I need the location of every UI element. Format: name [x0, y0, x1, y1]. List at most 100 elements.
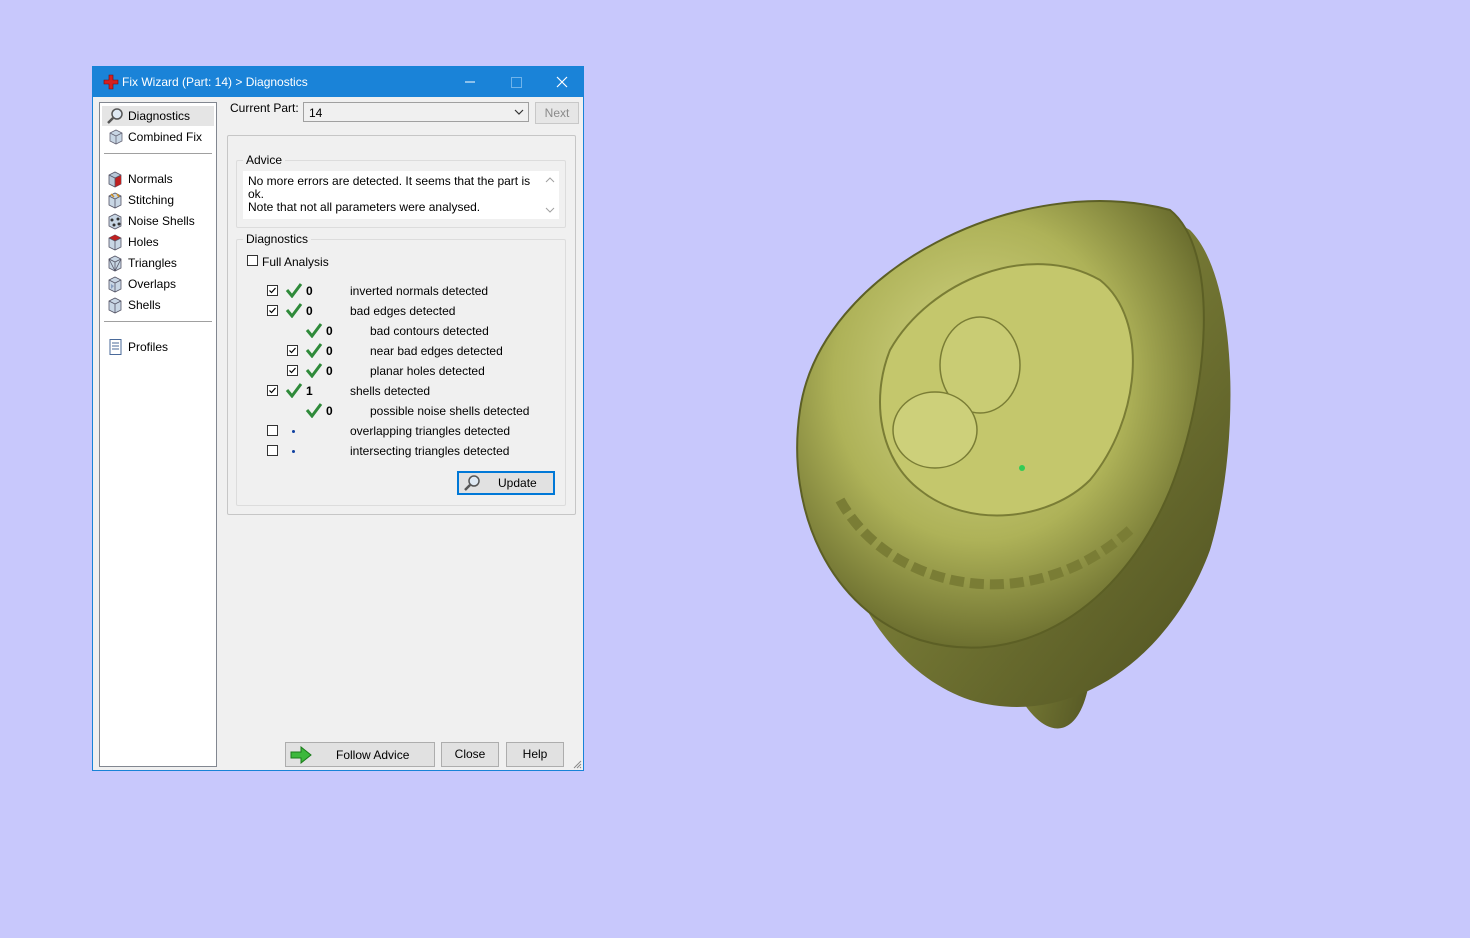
maximize-icon: [511, 77, 522, 88]
follow-advice-label: Follow Advice: [336, 748, 410, 762]
count-value: 0: [326, 404, 333, 418]
sidebar-item-label: Combined Fix: [128, 130, 203, 144]
diagnostic-label: bad contours detected: [370, 324, 489, 338]
count-value: 1: [306, 384, 313, 398]
count-value: 0: [326, 324, 333, 338]
fix-wizard-window: Fix Wizard (Part: 14) > Diagnostics Diag…: [92, 66, 584, 771]
overlapping-triangles-checkbox[interactable]: [267, 425, 278, 436]
count-value: 0: [326, 364, 333, 378]
sidebar-item-stitching[interactable]: Stitching: [102, 190, 214, 210]
green-check-icon: [285, 383, 303, 398]
follow-advice-button[interactable]: Follow Advice: [285, 742, 435, 767]
current-part-value: 14: [309, 106, 323, 120]
close-button[interactable]: Close: [441, 742, 499, 767]
app-cross-icon: [103, 74, 119, 90]
resize-grip-icon[interactable]: [572, 759, 582, 769]
inverted-normals-checkbox[interactable]: [267, 285, 278, 296]
sidebar-item-label: Triangles: [128, 256, 177, 270]
intersecting-triangles-checkbox[interactable]: [267, 445, 278, 456]
diagnostic-label: intersecting triangles detected: [350, 444, 510, 458]
sidebar-item-triangles[interactable]: Triangles: [102, 253, 214, 273]
sidebar-item-shells[interactable]: Shells: [102, 295, 214, 315]
overlaps-cube-icon: [108, 276, 122, 293]
close-window-button[interactable]: [539, 67, 585, 97]
diagnostic-label: bad edges detected: [350, 304, 456, 318]
advice-group: Advice No more errors are detected. It s…: [236, 153, 566, 228]
next-button[interactable]: Next: [535, 102, 579, 124]
3d-model-viewport[interactable]: [770, 170, 1250, 740]
document-icon: [109, 339, 122, 355]
update-label: Update: [498, 476, 537, 490]
advice-line: Note that not all parameters were analys…: [248, 200, 481, 214]
count-value: 0: [306, 284, 313, 298]
relief-model: [796, 200, 1231, 729]
maximize-button[interactable]: [493, 67, 539, 97]
advice-title: Advice: [243, 153, 286, 167]
green-check-icon: [305, 403, 323, 418]
minimize-icon: [465, 81, 475, 83]
update-button[interactable]: Update: [457, 471, 555, 495]
not-analysed-dot: [292, 450, 295, 453]
not-analysed-dot: [292, 430, 295, 433]
near-bad-edges-checkbox[interactable]: [287, 345, 298, 356]
chevron-down-icon: [514, 109, 524, 115]
advice-line: No more errors are detected. It seems th…: [248, 174, 531, 201]
sidebar-item-noise-shells[interactable]: Noise Shells: [102, 211, 214, 231]
sidebar-item-label: Normals: [128, 172, 173, 186]
sidebar-item-normals[interactable]: Normals: [102, 169, 214, 189]
diagnostics-group: Diagnostics Full Analysis 0 inverted nor…: [236, 232, 566, 506]
holes-cube-icon: [108, 234, 122, 251]
sidebar-item-profiles[interactable]: Profiles: [102, 337, 214, 357]
full-analysis-checkbox[interactable]: [247, 255, 258, 266]
combined-fix-cube-icon: [109, 129, 123, 145]
sidebar-item-label: Profiles: [128, 340, 169, 354]
diagnostic-label: overlapping triangles detected: [350, 424, 511, 438]
green-check-icon: [305, 323, 323, 338]
diagnostic-label: planar holes detected: [370, 364, 485, 378]
sidebar-divider: [104, 321, 212, 322]
scroll-arrows-icon: [545, 177, 555, 213]
diagnostic-label: shells detected: [350, 384, 431, 398]
sidebar-divider: [104, 153, 212, 154]
diagnostics-title: Diagnostics: [243, 232, 312, 246]
shells-checkbox[interactable]: [267, 385, 278, 396]
triangles-cube-icon: [108, 255, 122, 272]
noise-shells-icon: [108, 213, 122, 230]
title-bar[interactable]: Fix Wizard (Part: 14) > Diagnostics: [93, 67, 583, 97]
advice-scrollbar[interactable]: [543, 173, 557, 217]
green-check-icon: [285, 283, 303, 298]
green-check-icon: [285, 303, 303, 318]
sidebar-item-overlaps[interactable]: Overlaps: [102, 274, 214, 294]
wizard-sidebar: Diagnostics Combined Fix Normals Stitchi…: [99, 102, 217, 767]
help-button[interactable]: Help: [506, 742, 564, 767]
current-part-select[interactable]: 14: [303, 102, 529, 122]
close-icon: [556, 76, 568, 88]
arrow-right-icon: [290, 746, 312, 764]
bad-edges-checkbox[interactable]: [267, 305, 278, 316]
minimize-button[interactable]: [447, 67, 493, 97]
current-part-label: Current Part:: [230, 101, 299, 115]
sidebar-item-label: Shells: [128, 298, 161, 312]
shells-cube-icon: [108, 297, 122, 314]
sidebar-item-diagnostics[interactable]: Diagnostics: [102, 106, 214, 126]
green-check-icon: [305, 363, 323, 378]
sidebar-item-label: Stitching: [128, 193, 175, 207]
magnifier-icon: [464, 475, 480, 491]
green-check-icon: [305, 343, 323, 358]
diagnostic-label: inverted normals detected: [350, 284, 489, 298]
sidebar-item-holes[interactable]: Holes: [102, 232, 214, 252]
count-value: 0: [326, 344, 333, 358]
diagnostic-label: near bad edges detected: [370, 344, 503, 358]
count-value: 0: [306, 304, 313, 318]
diagnostic-label: possible noise shells detected: [370, 404, 530, 418]
full-analysis-label: Full Analysis: [262, 255, 329, 269]
sidebar-item-label: Diagnostics: [128, 109, 191, 123]
sidebar-item-label: Overlaps: [128, 277, 177, 291]
sidebar-item-label: Noise Shells: [128, 214, 195, 228]
advice-textbox[interactable]: No more errors are detected. It seems th…: [243, 171, 559, 219]
planar-holes-checkbox[interactable]: [287, 365, 298, 376]
sidebar-item-label: Holes: [128, 235, 159, 249]
sidebar-item-combined-fix[interactable]: Combined Fix: [102, 127, 214, 147]
window-title: Fix Wizard (Part: 14) > Diagnostics: [122, 75, 308, 89]
normals-cube-icon: [108, 171, 122, 188]
